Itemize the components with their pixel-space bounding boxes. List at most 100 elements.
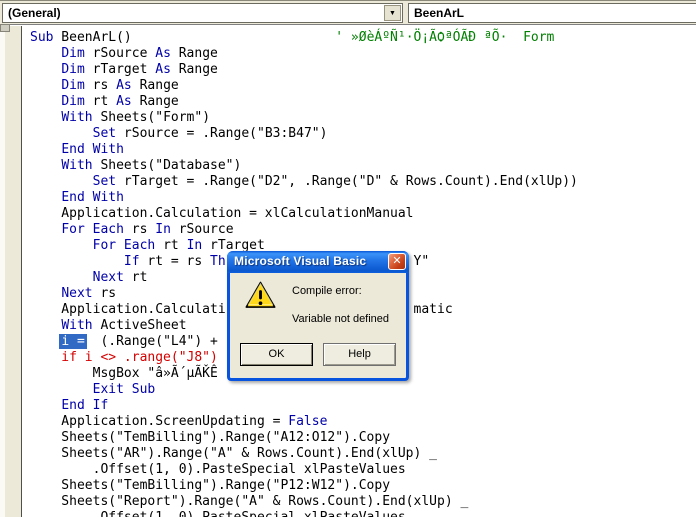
- code-segment: In: [155, 222, 171, 237]
- code-line[interactable]: Application.Calculation = xlCalculationM…: [30, 206, 696, 222]
- object-dropdown-button[interactable]: ▼: [384, 5, 401, 21]
- code-segment: i =: [59, 334, 86, 349]
- code-line[interactable]: Application.ScreenUpdating = False: [30, 414, 696, 430]
- code-segment: Th: [210, 254, 226, 269]
- code-segment: If: [124, 254, 140, 269]
- code-segment: [30, 334, 61, 349]
- code-segment: In: [187, 238, 203, 253]
- code-segment: [30, 318, 61, 333]
- code-segment: [30, 126, 93, 141]
- code-segment: Range: [171, 62, 218, 77]
- code-segment: Dim: [61, 46, 84, 61]
- code-segment: End With: [61, 190, 124, 205]
- code-line[interactable]: Set rTarget = .Range("D2", .Range("D" & …: [30, 174, 696, 190]
- code-segment: (.Range("L4") +: [85, 334, 226, 349]
- code-segment: [30, 222, 61, 237]
- code-segment: BeenArL(): [53, 30, 131, 45]
- code-segment: rt: [124, 270, 147, 285]
- code-segment: rt: [85, 94, 116, 109]
- code-segment: Sheets("Database"): [93, 158, 242, 173]
- code-line[interactable]: Sheets("TemBilling").Range("P12:W12").Co…: [30, 478, 696, 494]
- code-segment: As: [116, 94, 132, 109]
- code-line[interactable]: Set rSource = .Range("B3:B47"): [30, 126, 696, 142]
- dialog-title: Microsoft Visual Basic: [234, 254, 366, 268]
- code-line[interactable]: Sheets("AR").Range("A" & Rows.Count).End…: [30, 446, 696, 462]
- code-segment: [30, 238, 93, 253]
- help-button[interactable]: Help: [323, 343, 396, 366]
- warning-icon: [245, 281, 276, 309]
- code-line[interactable]: Exit Sub: [30, 382, 696, 398]
- code-segment: rt = rs: [140, 254, 210, 269]
- code-line[interactable]: End With: [30, 142, 696, 158]
- chevron-down-icon: ▼: [389, 10, 396, 17]
- code-line[interactable]: End With: [30, 190, 696, 206]
- code-line[interactable]: End If: [30, 398, 696, 414]
- code-line[interactable]: .Offset(1, 0).PasteSpecial xlPasteValues: [30, 462, 696, 478]
- code-line[interactable]: Dim rTarget As Range: [30, 62, 696, 78]
- code-segment: As: [116, 78, 132, 93]
- error-message: Variable not defined: [292, 313, 389, 325]
- ok-button[interactable]: OK: [240, 343, 313, 366]
- code-segment: Dim: [61, 78, 84, 93]
- code-line[interactable]: Sheets("TemBilling").Range("A12:O12").Co…: [30, 430, 696, 446]
- code-segment: [30, 254, 124, 269]
- code-segment: Sheets("AR").Range("A" & Rows.Count).End…: [30, 446, 437, 461]
- procedure-dropdown[interactable]: BeenArL: [408, 3, 696, 23]
- code-segment: End With: [61, 142, 124, 157]
- dialog-titlebar[interactable]: Microsoft Visual Basic ✕: [227, 251, 409, 273]
- code-segment: rs: [93, 286, 116, 301]
- code-segment: Dim: [61, 62, 84, 77]
- code-line[interactable]: For Each rs In rSource: [30, 222, 696, 238]
- code-line[interactable]: Dim rt As Range: [30, 94, 696, 110]
- code-segment: Application.ScreenUpdating =: [30, 414, 288, 429]
- code-segment: rt: [155, 238, 186, 253]
- code-segment: Sheets("TemBilling").Range("A12:O12").Co…: [30, 430, 390, 445]
- code-line[interactable]: Sheets("Report").Range("A" & Rows.Count)…: [30, 494, 696, 510]
- code-segment: Sheets("TemBilling").Range("P12:W12").Co…: [30, 478, 390, 493]
- code-segment: [30, 190, 61, 205]
- object-dropdown-value: (General): [8, 5, 61, 22]
- code-segment: [30, 110, 61, 125]
- compile-error-dialog: Microsoft Visual Basic ✕ Compile error: …: [227, 251, 409, 381]
- code-line[interactable]: With Sheets("Database"): [30, 158, 696, 174]
- code-segment: [30, 94, 61, 109]
- code-segment: rSource = .Range("B3:B47"): [116, 126, 327, 141]
- vba-editor-window: (General) ▼ BeenArL Sub BeenArL() ' »ØèÁ…: [0, 0, 696, 517]
- margin-indicator-bar[interactable]: [5, 26, 22, 517]
- code-line[interactable]: Dim rSource As Range: [30, 46, 696, 62]
- code-segment: As: [155, 62, 171, 77]
- code-line[interactable]: Sub BeenArL() ' »ØèÁºÑ¹·Ö¡ÃѺªÓÃÐ ªÕ· For…: [30, 30, 696, 46]
- code-segment: Range: [132, 78, 179, 93]
- code-segment: [30, 158, 61, 173]
- code-segment: ActiveSheet: [93, 318, 187, 333]
- code-segment: Exit Sub: [93, 382, 156, 397]
- code-segment: Dim: [61, 94, 84, 109]
- code-segment: End If: [61, 398, 108, 413]
- code-segment: [132, 30, 336, 45]
- code-segment: Application.Calculation = xlCalculationM…: [30, 206, 414, 221]
- code-segment: Next: [61, 286, 92, 301]
- code-segment: With: [61, 110, 92, 125]
- code-segment: .Offset(1, 0).PasteSpecial xlPasteValues: [30, 510, 406, 517]
- code-segment: rSource: [85, 46, 155, 61]
- code-segment: Sheets("Form"): [93, 110, 210, 125]
- code-segment: Sub: [30, 30, 53, 45]
- code-segment: For Each: [93, 238, 156, 253]
- code-segment: Set: [93, 174, 116, 189]
- object-dropdown[interactable]: (General) ▼: [2, 3, 403, 23]
- code-line[interactable]: .Offset(1, 0).PasteSpecial xlPasteValues: [30, 510, 696, 517]
- code-line[interactable]: Dim rs As Range: [30, 78, 696, 94]
- code-line[interactable]: With Sheets("Form"): [30, 110, 696, 126]
- dialog-body: Compile error: Variable not defined OK H…: [230, 273, 406, 375]
- code-segment: rTarget = .Range("D2", .Range("D" & Rows…: [116, 174, 578, 189]
- code-segment: .Offset(1, 0).PasteSpecial xlPasteValues: [30, 462, 406, 477]
- dialog-buttons: OK Help: [230, 343, 406, 366]
- code-segment: [30, 174, 93, 189]
- code-segment: rSource: [171, 222, 234, 237]
- code-segment: rTarget: [85, 62, 155, 77]
- close-button[interactable]: ✕: [388, 253, 406, 270]
- error-heading: Compile error:: [292, 285, 362, 297]
- code-segment: Next: [93, 270, 124, 285]
- code-segment: With: [61, 158, 92, 173]
- code-segment: [30, 62, 61, 77]
